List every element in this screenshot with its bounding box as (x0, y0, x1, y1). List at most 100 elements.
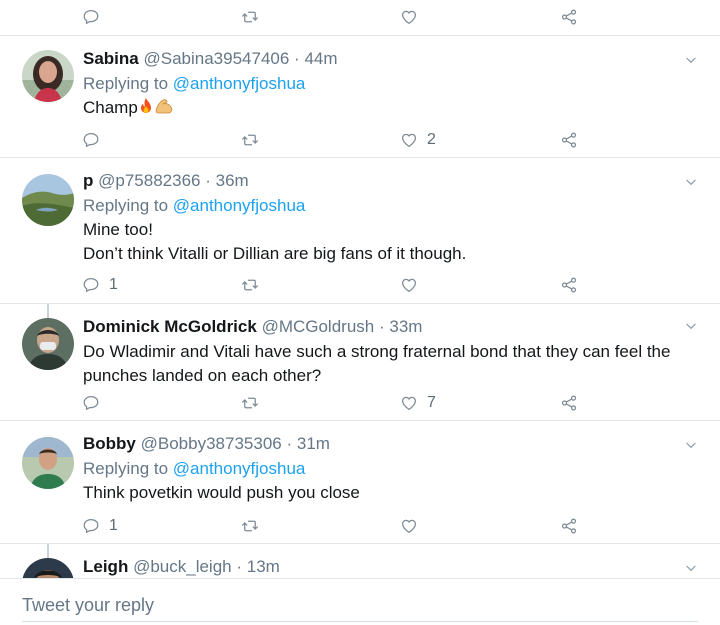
like-button[interactable] (400, 511, 427, 541)
share-button[interactable] (560, 270, 578, 300)
chevron-down-icon (684, 53, 698, 67)
reply-button[interactable]: 1 (82, 511, 118, 541)
tweet-text-line: punches landed on each other? (83, 366, 322, 385)
like-button[interactable]: 7 (400, 388, 436, 418)
reply-icon (82, 276, 100, 294)
display-name[interactable]: Bobby (83, 434, 136, 453)
like-button[interactable] (400, 2, 418, 32)
chevron-down-icon (684, 175, 698, 189)
separator: · (205, 171, 211, 190)
mention-link[interactable]: @anthonyfjoshua (173, 74, 306, 93)
tweet-text-line: Think povetkin would push you close (83, 483, 360, 502)
retweet-button[interactable] (241, 511, 268, 541)
replying-to-line: Replying to @anthonyfjoshua (83, 194, 680, 218)
display-name[interactable]: Dominick McGoldrick (83, 317, 257, 336)
thread-connector (47, 544, 49, 558)
user-handle[interactable]: @Sabina39547406 (143, 49, 289, 68)
timestamp[interactable]: 36m (216, 171, 249, 190)
tweet-menu-button[interactable] (684, 53, 698, 67)
separator: · (294, 49, 300, 68)
chevron-down-icon (684, 319, 698, 333)
tweet-menu-button[interactable] (684, 561, 698, 575)
flexed-biceps-emoji-icon (154, 97, 174, 122)
share-icon (560, 394, 578, 412)
share-button[interactable] (560, 511, 578, 541)
previous-tweet-actions (0, 2, 720, 32)
like-count: 2 (427, 131, 436, 148)
reply-button[interactable] (82, 125, 109, 155)
user-handle[interactable]: @buck_leigh (133, 557, 232, 576)
heart-icon (400, 517, 418, 535)
display-name[interactable]: Sabina (83, 49, 139, 68)
tweet-text-line: Champ (83, 98, 138, 117)
reply-button[interactable]: 1 (82, 270, 118, 300)
chevron-down-icon (684, 561, 698, 575)
retweet-button[interactable] (241, 270, 268, 300)
reply-composer (0, 578, 720, 625)
tweet-reply-input[interactable] (22, 591, 698, 619)
share-button[interactable] (560, 125, 578, 155)
user-handle[interactable]: @p75882366 (98, 171, 200, 190)
tweet[interactable]: Dominick McGoldrick @MCGoldrush · 33m Do… (0, 304, 720, 420)
tweet-menu-button[interactable] (684, 175, 698, 189)
tweet-text-line: Mine too! (83, 220, 153, 239)
replying-to-label: Replying to (83, 74, 173, 93)
share-icon (560, 8, 578, 26)
tweet[interactable]: Leigh @buck_leigh · 13m (0, 544, 720, 578)
tweet-actions: 1 (0, 511, 720, 541)
avatar[interactable] (22, 437, 74, 489)
avatar[interactable] (22, 174, 74, 226)
thread-connector (47, 304, 49, 318)
separator: · (378, 317, 385, 336)
tweet-menu-button[interactable] (684, 438, 698, 452)
avatar[interactable] (22, 50, 74, 102)
tweet-menu-button[interactable] (684, 319, 698, 333)
avatar[interactable] (22, 558, 74, 578)
heart-icon (400, 276, 418, 294)
reply-button[interactable] (82, 2, 109, 32)
like-button[interactable]: 2 (400, 125, 436, 155)
reply-icon (82, 394, 100, 412)
tweet[interactable]: p @p75882366 · 36m Replying to @anthonyf… (0, 158, 720, 303)
retweet-icon (241, 394, 259, 412)
reply-icon (82, 131, 100, 149)
replying-to-label: Replying to (83, 196, 173, 215)
tweet-text-line: Do Wladimir and Vitali have such a stron… (83, 342, 671, 361)
tweet[interactable]: Sabina @Sabina39547406 · 44m Replying to… (0, 36, 720, 157)
retweet-button[interactable] (241, 125, 268, 155)
retweet-button[interactable] (241, 2, 259, 32)
share-button[interactable] (560, 388, 578, 418)
like-button[interactable] (400, 270, 427, 300)
separator: · (286, 434, 293, 453)
share-button[interactable] (560, 2, 578, 32)
user-handle[interactable]: @Bobby38735306 (141, 434, 282, 453)
display-name[interactable]: Leigh (83, 557, 128, 576)
heart-icon (400, 131, 418, 149)
timestamp[interactable]: 13m (247, 557, 280, 576)
tweet-actions: 1 (0, 270, 720, 300)
tweet-text-line: Don’t think Vitalli or Dillian are big f… (83, 244, 467, 263)
timestamp[interactable]: 33m (389, 317, 422, 336)
input-underline (22, 621, 698, 622)
retweet-icon (241, 131, 259, 149)
avatar[interactable] (22, 318, 74, 370)
share-icon (560, 131, 578, 149)
replying-to-line: Replying to @anthonyfjoshua (83, 457, 680, 481)
reply-icon (82, 517, 100, 535)
retweet-icon (241, 276, 259, 294)
tweet[interactable]: Bobby @Bobby38735306 · 31m Replying to @… (0, 421, 720, 543)
mention-link[interactable]: @anthonyfjoshua (173, 196, 306, 215)
reply-icon (82, 8, 100, 26)
mention-link[interactable]: @anthonyfjoshua (173, 459, 306, 478)
tweet-actions: 2 (0, 125, 720, 155)
reply-timeline[interactable]: Sabina @Sabina39547406 · 44m Replying to… (0, 0, 720, 578)
user-handle[interactable]: @MCGoldrush (262, 317, 375, 336)
retweet-button[interactable] (241, 388, 268, 418)
tweet-text: Mine too! Don’t think Vitalli or Dillian… (83, 218, 680, 266)
display-name[interactable]: p (83, 171, 93, 190)
timestamp[interactable]: 31m (297, 434, 330, 453)
heart-icon (400, 394, 418, 412)
reply-count: 1 (109, 517, 118, 534)
timestamp[interactable]: 44m (304, 49, 337, 68)
reply-button[interactable] (82, 388, 109, 418)
